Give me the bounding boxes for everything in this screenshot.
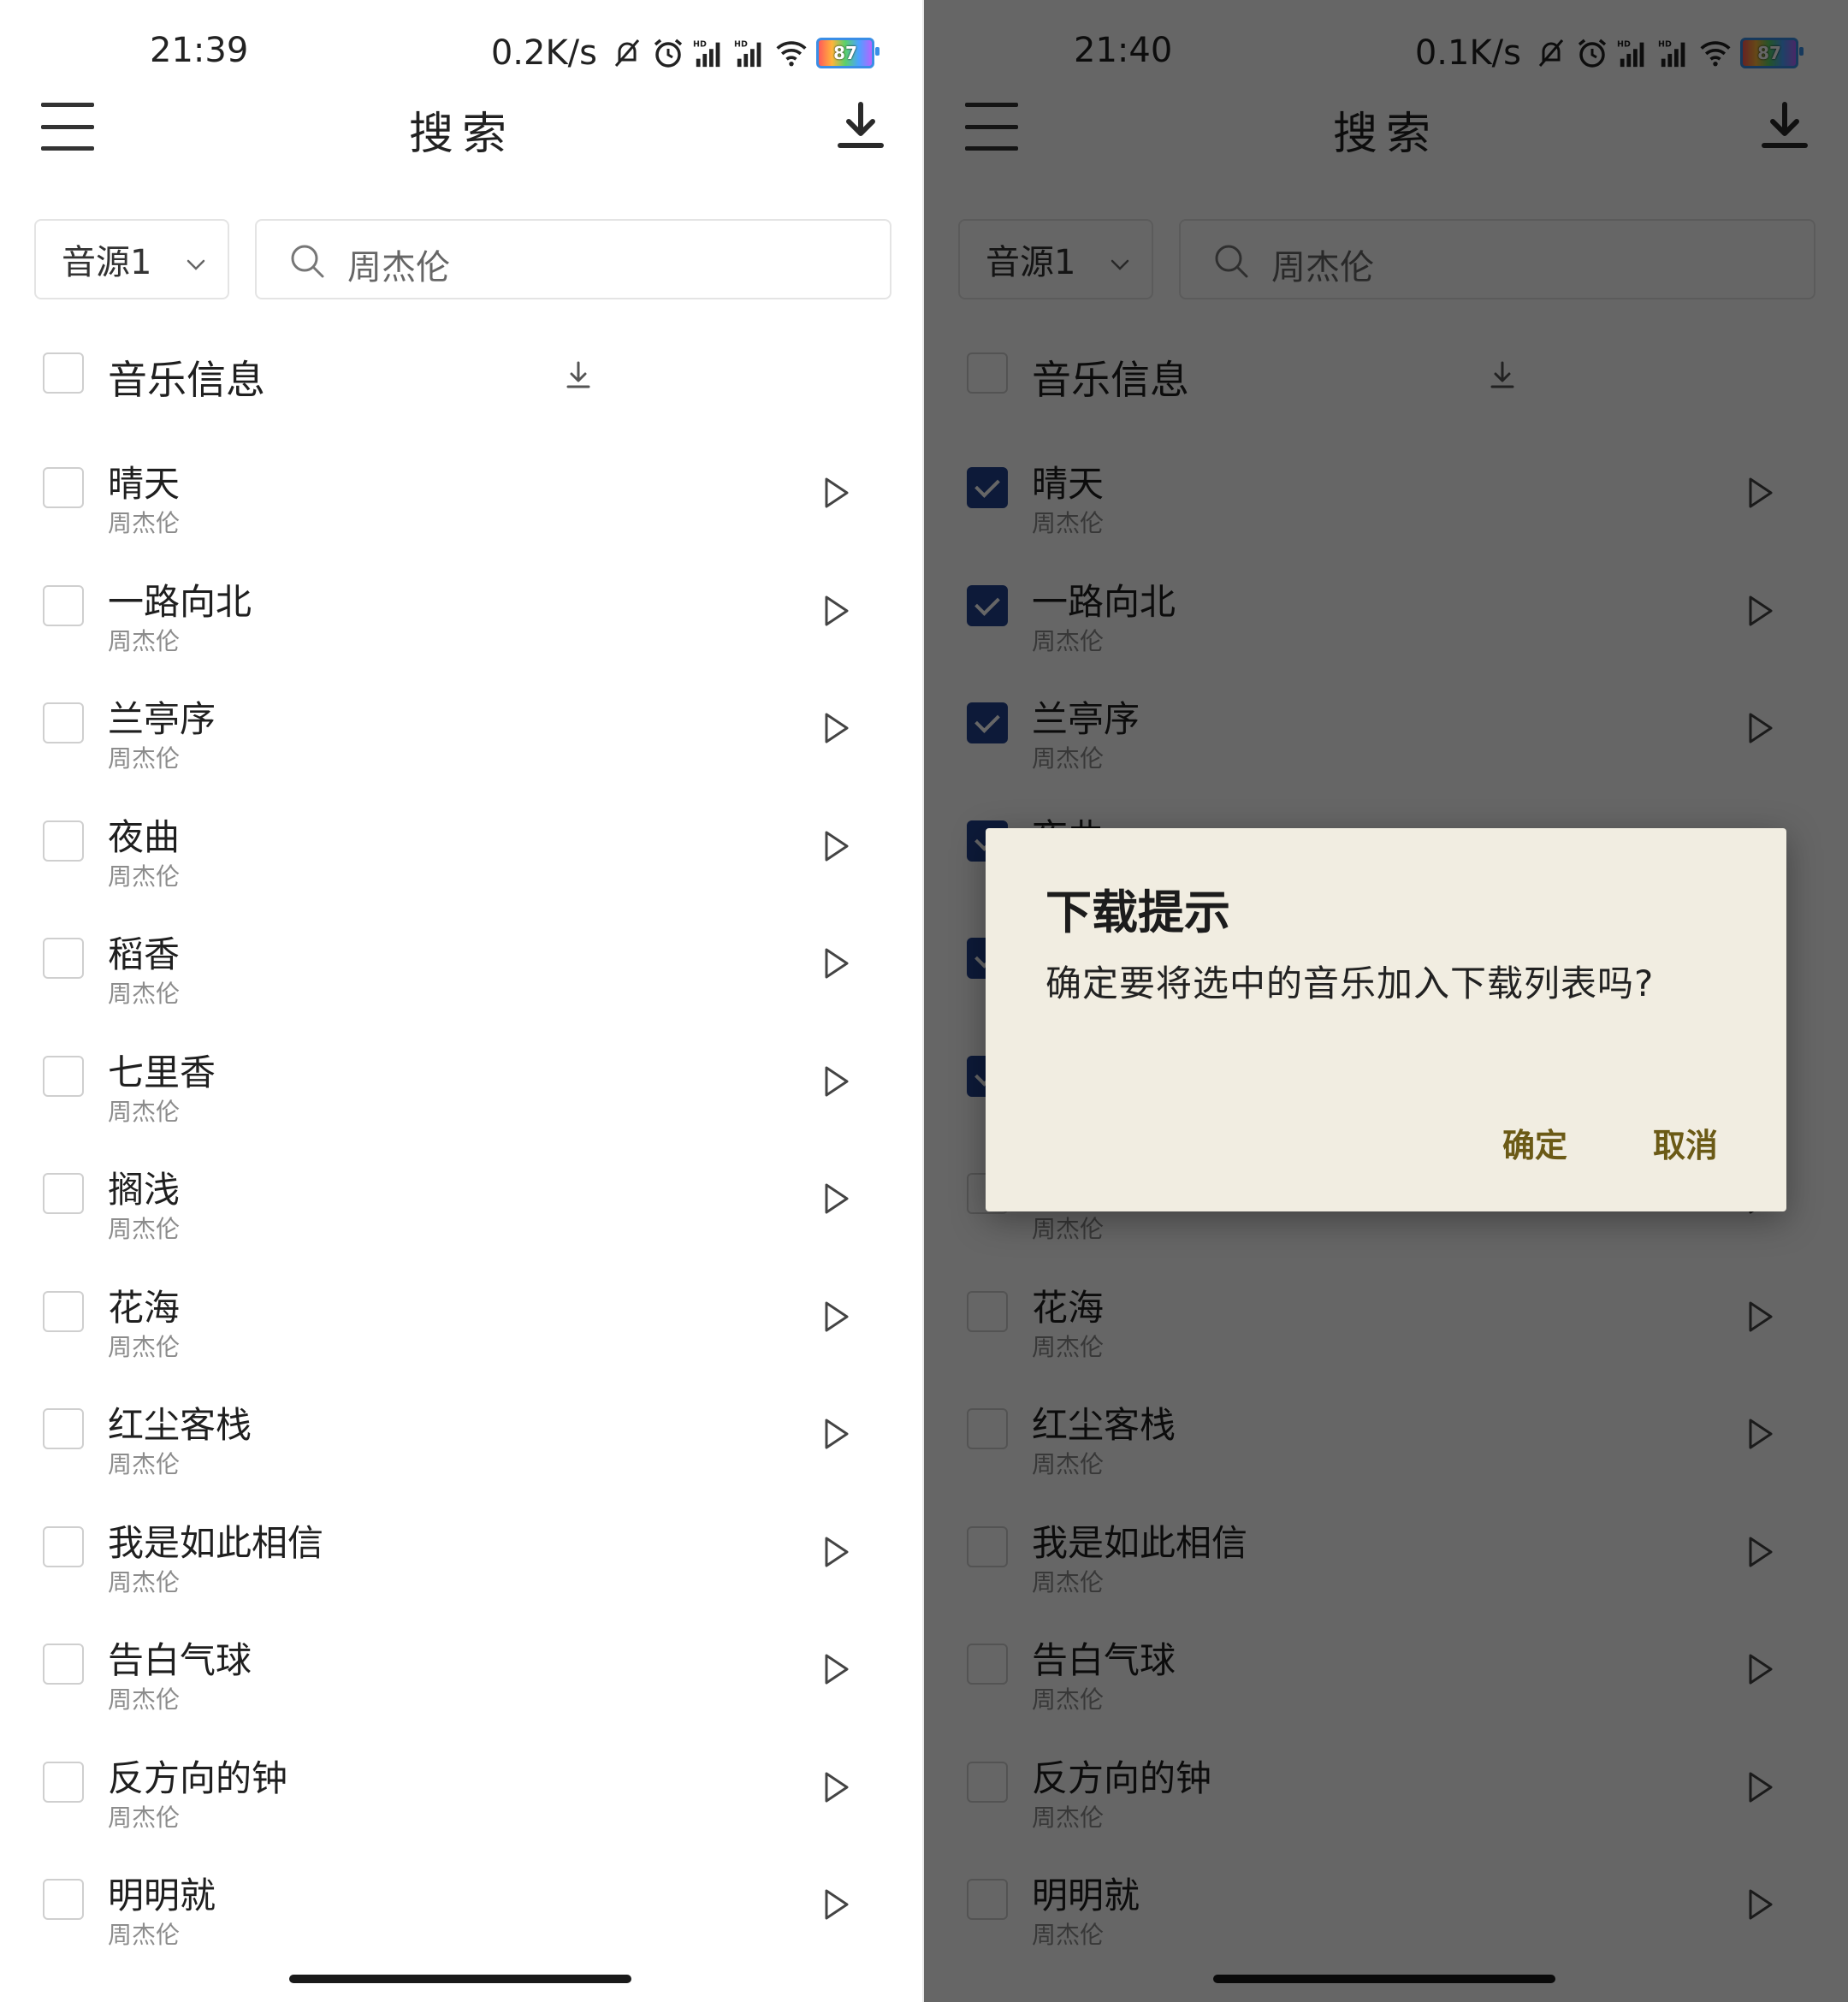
- song-title: 告白气球: [108, 1639, 252, 1681]
- play-icon[interactable]: [816, 1768, 854, 1806]
- list-item[interactable]: 七里香周杰伦: [0, 1044, 924, 1155]
- search-icon: [287, 241, 327, 281]
- song-checkbox[interactable]: [43, 1173, 84, 1214]
- confirm-button[interactable]: 确定: [1502, 1119, 1567, 1166]
- search-input-value: 周杰伦: [347, 248, 450, 287]
- song-checkbox[interactable]: [43, 702, 84, 743]
- alarm-icon: [652, 37, 684, 69]
- song-artist: 周杰伦: [108, 1567, 181, 1596]
- song-checkbox[interactable]: [43, 1761, 84, 1803]
- select-all-checkbox[interactable]: [43, 352, 84, 394]
- status-time: 21:39: [150, 31, 249, 70]
- song-checkbox[interactable]: [43, 584, 84, 626]
- song-artist: 周杰伦: [108, 1685, 181, 1714]
- song-artist: 周杰伦: [108, 1215, 181, 1243]
- play-icon[interactable]: [816, 1533, 854, 1571]
- song-title: 晴天: [108, 463, 181, 505]
- list-item[interactable]: 红尘客栈周杰伦: [0, 1396, 924, 1507]
- list-item[interactable]: 我是如此相信周杰伦: [0, 1514, 924, 1626]
- song-title: 明明就: [108, 1875, 216, 1916]
- song-artist: 周杰伦: [108, 862, 181, 891]
- play-icon[interactable]: [816, 1415, 854, 1453]
- song-artist: 周杰伦: [108, 744, 181, 773]
- right-screen: 21:400.1K/sHDHD87搜索音源1周杰伦音乐信息晴天周杰伦一路向北周杰…: [924, 0, 1848, 2002]
- song-checkbox[interactable]: [43, 1525, 84, 1567]
- signal-icon: HD: [693, 37, 726, 69]
- play-icon[interactable]: [816, 592, 854, 630]
- song-title: 一路向北: [108, 580, 252, 623]
- song-checkbox[interactable]: [43, 1055, 84, 1097]
- status-bar: 21:39 0.2K/s HD HD 87: [0, 26, 924, 80]
- list-item[interactable]: 稻香周杰伦: [0, 926, 924, 1037]
- home-indicator[interactable]: [289, 1975, 631, 1983]
- battery-icon: 87: [816, 38, 880, 68]
- song-artist: 周杰伦: [108, 626, 181, 655]
- song-title: 花海: [108, 1286, 181, 1329]
- song-checkbox[interactable]: [43, 820, 84, 862]
- song-artist: 周杰伦: [108, 1450, 181, 1478]
- list-item[interactable]: 一路向北周杰伦: [0, 573, 924, 684]
- song-title: 七里香: [108, 1051, 216, 1093]
- song-checkbox[interactable]: [43, 1408, 84, 1449]
- left-screen: 21:39 0.2K/s HD HD 87 搜索 音源1 周杰伦 音乐信息 晴天 周杰伦 一路向北 周杰…: [0, 0, 924, 2002]
- play-icon[interactable]: [816, 474, 854, 512]
- play-icon[interactable]: [816, 1886, 854, 1923]
- mute-icon: [611, 37, 643, 69]
- song-title: 反方向的钟: [108, 1756, 288, 1799]
- search-input[interactable]: 周杰伦: [255, 219, 891, 299]
- song-title: 我是如此相信: [108, 1521, 324, 1564]
- source-select[interactable]: 音源1: [34, 219, 229, 299]
- song-artist: 周杰伦: [108, 1803, 181, 1832]
- list-item[interactable]: 晴天周杰伦: [0, 455, 924, 566]
- list-item[interactable]: 告白气球周杰伦: [0, 1632, 924, 1743]
- wifi-icon: [775, 37, 808, 69]
- download-dialog: 下载提示确定要将选中的音乐加入下载列表吗? 确定 取消: [986, 828, 1786, 1211]
- song-artist: 周杰伦: [108, 509, 181, 537]
- cancel-button[interactable]: 取消: [1653, 1119, 1718, 1166]
- network-speed: 0.2K/s: [490, 33, 597, 73]
- play-icon[interactable]: [816, 827, 854, 865]
- status-icons: 0.2K/s HD HD 87: [490, 31, 880, 75]
- song-title: 稻香: [108, 933, 181, 975]
- song-checkbox[interactable]: [43, 467, 84, 508]
- list-item[interactable]: 花海周杰伦: [0, 1279, 924, 1390]
- song-artist: 周杰伦: [108, 1921, 181, 1949]
- song-title: 夜曲: [108, 815, 181, 858]
- list-item[interactable]: 兰亭序周杰伦: [0, 690, 924, 802]
- song-title: 红尘客栈: [108, 1404, 252, 1446]
- signal-icon: HD: [734, 37, 767, 69]
- dialog-message: 确定要将选中的音乐加入下载列表吗?: [1045, 962, 1655, 1004]
- song-checkbox[interactable]: [43, 1644, 84, 1685]
- download-icon[interactable]: [833, 99, 888, 154]
- play-icon[interactable]: [816, 1063, 854, 1100]
- song-checkbox[interactable]: [43, 1290, 84, 1332]
- list-header: 音乐信息: [0, 342, 924, 411]
- song-checkbox[interactable]: [43, 938, 84, 979]
- battery-level: 87: [833, 43, 857, 63]
- song-artist: 周杰伦: [108, 1332, 181, 1361]
- song-title: 兰亭序: [108, 698, 216, 740]
- song-checkbox[interactable]: [43, 1879, 84, 1920]
- svg-text:HD: HD: [734, 39, 748, 49]
- play-icon[interactable]: [816, 1180, 854, 1217]
- list-item[interactable]: 反方向的钟周杰伦: [0, 1750, 924, 1861]
- svg-text:HD: HD: [693, 39, 707, 49]
- list-item[interactable]: 明明就周杰伦: [0, 1867, 924, 1978]
- play-icon[interactable]: [816, 1298, 854, 1336]
- song-artist: 周杰伦: [108, 980, 181, 1008]
- list-item[interactable]: 搁浅周杰伦: [0, 1161, 924, 1272]
- list-item[interactable]: 夜曲周杰伦: [0, 808, 924, 920]
- play-icon[interactable]: [816, 945, 854, 982]
- page-title: 搜索: [408, 109, 515, 160]
- song-artist: 周杰伦: [108, 1097, 181, 1126]
- play-icon[interactable]: [816, 709, 854, 747]
- list-header-label: 音乐信息: [108, 357, 265, 403]
- song-title: 搁浅: [108, 1169, 181, 1211]
- play-icon[interactable]: [816, 1650, 854, 1688]
- dialog-title: 下载提示: [1045, 886, 1230, 939]
- app-bar: 搜索: [0, 94, 924, 163]
- download-icon[interactable]: [561, 358, 595, 392]
- chevron-down-icon: [183, 246, 209, 272]
- source-select-value: 音源1: [62, 243, 152, 282]
